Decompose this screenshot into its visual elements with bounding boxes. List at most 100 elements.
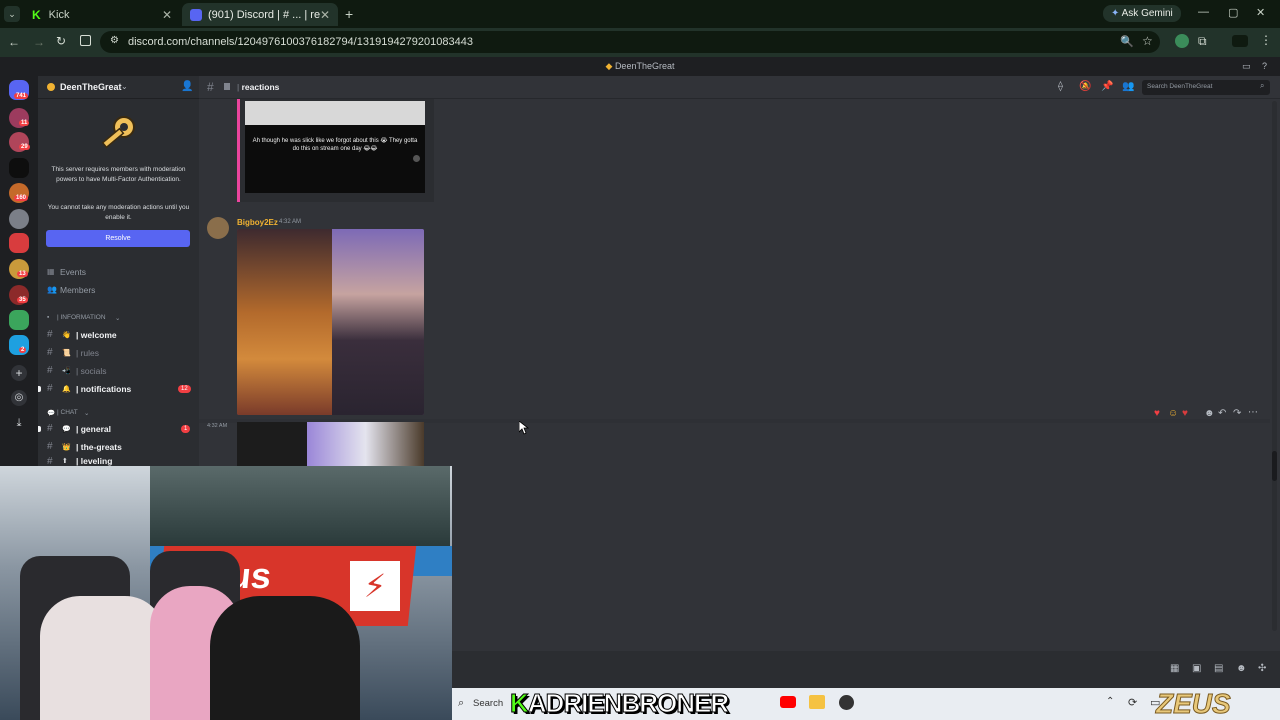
add-reaction-icon[interactable]: ☻ (1204, 408, 1215, 419)
site-info-icon[interactable]: ⚙ (110, 35, 119, 46)
gif-icon[interactable]: ▤ (1214, 663, 1223, 674)
hash-icon: # (47, 365, 53, 376)
channel-emoji: ⬆ (62, 458, 68, 465)
mfa-notice: This server requires members with modera… (51, 166, 186, 183)
channel-socials[interactable]: # 📲 | socials (38, 362, 199, 379)
mention-badge: 1 (181, 424, 191, 433)
discord-icon (190, 8, 202, 21)
sidebar-item-events[interactable]: ▦ Events (38, 263, 199, 280)
channel-the-greats[interactable]: # 👑 | the-greats (38, 438, 199, 455)
channel-sidebar: DeenTheGreat ⌄ 👤 This server requires me… (38, 76, 199, 476)
sticker-icon[interactable]: ☻ (1236, 663, 1247, 674)
category-information[interactable]: ▪ | INFORMATION ⌄ (38, 309, 199, 326)
threads-icon[interactable]: ⟠ (1058, 81, 1063, 92)
window-close-button[interactable]: ✕ (1256, 6, 1265, 19)
chat-emoji-icon: 💬 (47, 409, 56, 417)
chevron-down-icon: ⌄ (115, 314, 121, 322)
file-explorer-icon[interactable] (809, 695, 825, 709)
sidebar-item-members[interactable]: 👥 Members (38, 281, 199, 298)
reaction-icon[interactable]: ♥ (1182, 408, 1188, 419)
window-title: DeenTheGreat (614, 61, 675, 71)
url-text: discord.com/channels/1204976100376182794… (128, 36, 473, 48)
avatar[interactable] (207, 217, 229, 239)
notification-bell-icon[interactable]: 🔕 (1079, 81, 1091, 92)
side-panel-icon[interactable] (80, 35, 91, 46)
hash-icon: # (207, 80, 214, 94)
server-icon[interactable] (9, 233, 29, 253)
channel-rules[interactable]: # 📜 | rules (38, 344, 199, 361)
reaction-heart-icon[interactable]: ♥ (1154, 408, 1160, 419)
youtube-icon[interactable] (780, 696, 796, 708)
boxing-ring-background (150, 466, 450, 546)
search-input[interactable]: Search DeenTheGreat ⌕ (1142, 80, 1270, 95)
more-menu-icon[interactable]: ⋮ (1260, 33, 1272, 47)
minimize-button[interactable]: — (1198, 6, 1209, 18)
gift-icon[interactable]: ▣ (1192, 663, 1201, 674)
resolve-button[interactable]: Resolve (46, 230, 190, 247)
tab-discord[interactable]: (901) Discord | # ... | reactions ✕ (182, 3, 338, 26)
taskbar-search[interactable]: Search (473, 698, 503, 709)
category-chat[interactable]: 💬 | CHAT ⌄ (38, 404, 199, 421)
person (40, 596, 165, 720)
extensions-puzzle-icon[interactable]: ⧉ (1198, 34, 1207, 49)
channel-label: | rules (76, 347, 99, 358)
close-icon[interactable]: ✕ (320, 8, 330, 22)
chevron-up-icon[interactable]: ⌃ (1106, 696, 1114, 707)
video-embed[interactable]: Ah though he was slick like we forgot ab… (240, 99, 434, 202)
chat-scrollbar-thumb[interactable] (1272, 451, 1277, 481)
image-attachment[interactable] (237, 229, 424, 415)
help-icon[interactable]: ? (1262, 57, 1267, 76)
apps-icon[interactable]: ✣ (1258, 663, 1266, 674)
tray-icon[interactable]: ⟳ (1128, 696, 1137, 709)
maximize-button[interactable]: ▢ (1228, 6, 1238, 19)
forward-icon[interactable]: → (33, 35, 45, 49)
download-icon[interactable]: ⤓ (11, 415, 27, 431)
chevron-down-icon: ⌄ (84, 409, 90, 417)
lightning-logo-icon: ⚡ (350, 561, 400, 611)
server-icon[interactable] (9, 209, 29, 229)
new-tab-button[interactable]: + (345, 6, 353, 22)
member-list-icon[interactable]: 👥 (1122, 81, 1134, 92)
url-input[interactable]: ⚙ discord.com/channels/12049761003761827… (100, 31, 1160, 53)
channel-notifications[interactable]: # 🔔 | notifications 12 (38, 380, 199, 397)
channel-welcome[interactable]: # 👋 | welcome (38, 326, 199, 343)
image-attachment[interactable] (237, 422, 424, 468)
chevron-down-icon: ⌄ (121, 82, 128, 91)
message-author[interactable]: Bigboy2Ez (237, 218, 278, 227)
more-options-icon[interactable]: ⋯ (1248, 407, 1258, 418)
pin-icon[interactable]: 📌 (1101, 81, 1113, 92)
webcam-overlay: zeus ⚡ (0, 466, 452, 720)
server-header[interactable]: DeenTheGreat ⌄ 👤 (38, 76, 199, 99)
forward-icon[interactable]: ↷ (1233, 408, 1241, 419)
close-icon[interactable]: ✕ (162, 8, 172, 22)
back-icon[interactable]: ← (8, 35, 20, 49)
chat-scrollbar-track[interactable] (1272, 101, 1277, 631)
tab-kick[interactable]: K Kick ✕ (24, 3, 180, 26)
reply-icon[interactable]: ↶ (1218, 408, 1226, 419)
ask-gemini-button[interactable]: ✦ Ask Gemini (1103, 5, 1181, 22)
explore-compass-icon[interactable]: ◎ (11, 390, 27, 406)
zoom-icon[interactable]: 🔍 (1120, 35, 1134, 48)
channel-general[interactable]: # 💬 | general 1 (38, 420, 199, 437)
add-server-icon[interactable]: + (11, 365, 27, 381)
tab-list-icon[interactable]: ⌄ (4, 6, 20, 22)
channel-leveling[interactable]: # ⬆ | leveling (38, 456, 199, 466)
profile-icon[interactable] (1232, 35, 1248, 47)
grid-icon[interactable]: ▦ (1170, 663, 1179, 674)
extension-icon[interactable] (1175, 34, 1189, 48)
reaction-laugh-icon[interactable]: ☺ (1168, 408, 1178, 419)
bookmark-star-icon[interactable]: ☆ (1142, 34, 1153, 48)
members-icon: 👥 (47, 285, 57, 294)
channel-emoji: 📜 (62, 349, 71, 357)
server-icon[interactable] (9, 158, 29, 178)
inbox-icon[interactable]: ▭ (1242, 57, 1251, 76)
channel-title-text: reactions (241, 82, 280, 92)
reload-icon[interactable]: ↻ (56, 34, 66, 48)
server-icon[interactable] (9, 310, 29, 330)
server-name: DeenTheGreat (60, 82, 122, 92)
browser-tab-bar: ⌄ K Kick ✕ (901) Discord | # ... | react… (0, 0, 1280, 28)
video-thumbnail[interactable]: Ah though he was slick like we forgot ab… (245, 101, 425, 193)
tab-kick-label: Kick (48, 8, 70, 21)
app-icon[interactable] (839, 695, 854, 710)
invite-icon[interactable]: 👤 (181, 81, 193, 92)
